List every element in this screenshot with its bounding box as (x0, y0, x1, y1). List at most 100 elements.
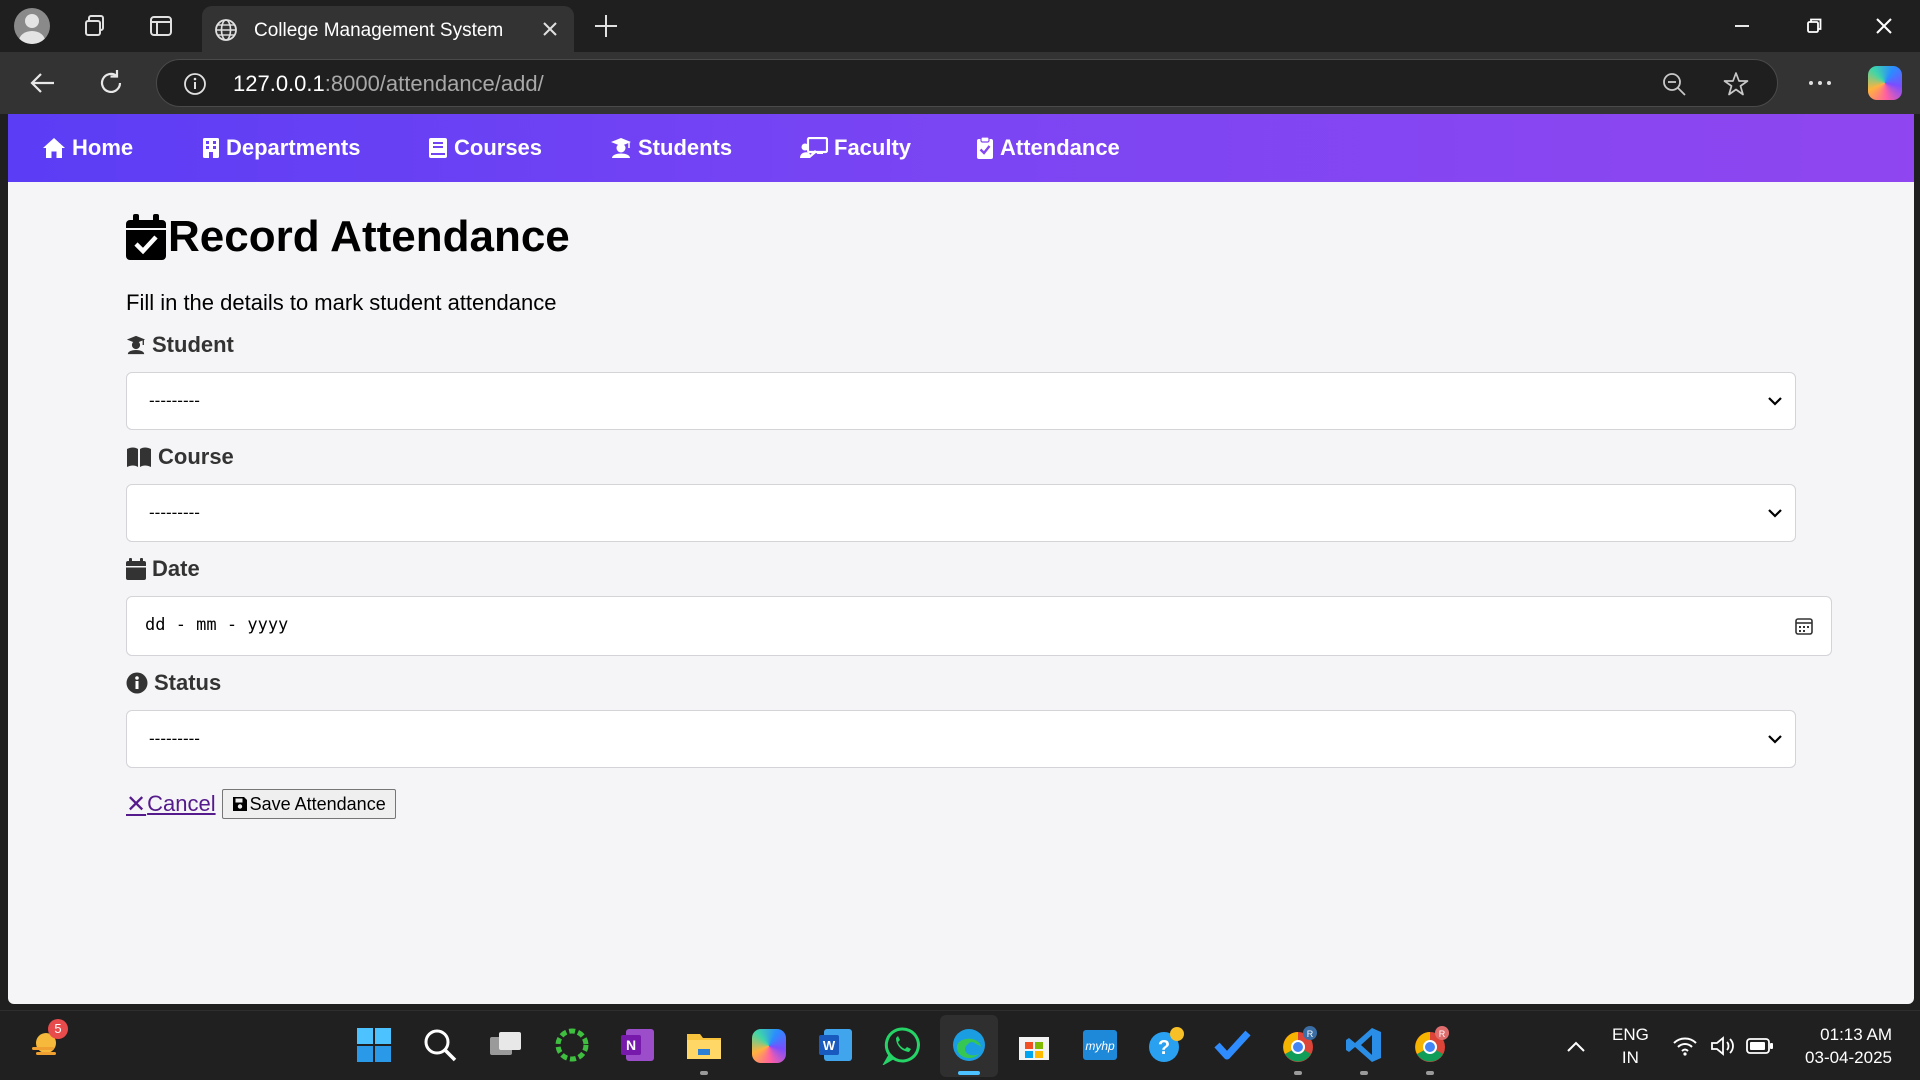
nav-departments[interactable]: Departments (202, 114, 360, 182)
date-placeholder: dd - mm - yyyy (145, 615, 289, 635)
tab-title: College Management System (254, 20, 504, 41)
status-select[interactable]: --------- (126, 710, 1796, 768)
profile-avatar[interactable] (14, 8, 50, 44)
volume-icon[interactable] (1710, 1035, 1736, 1057)
student-label: Student (126, 332, 234, 358)
nav-attendance[interactable]: Attendance (976, 114, 1120, 182)
close-tab-icon[interactable] (540, 19, 560, 39)
svg-text:?: ? (1158, 1037, 1170, 1059)
notification-badge: 5 (48, 1019, 68, 1039)
page-title: Record Attendance (126, 212, 570, 262)
nav-courses-label: Courses (454, 135, 543, 160)
svg-text:N: N (626, 1037, 636, 1053)
running-indicator (1294, 1071, 1302, 1075)
nav-faculty[interactable]: Faculty (800, 114, 911, 182)
search-icon[interactable] (420, 1025, 460, 1065)
graduate-icon (611, 138, 631, 158)
url-host: 127.0.0.1 (233, 71, 325, 96)
cancel-link[interactable]: ✕ Cancel (126, 790, 216, 819)
course-label: Course (126, 444, 234, 470)
browser-toolbar: 127.0.0.1:8000/attendance/add/ (0, 52, 1920, 114)
windows-start-icon[interactable] (354, 1025, 394, 1065)
chevron-down-icon (1768, 509, 1782, 518)
student-label-text: Student (152, 332, 234, 357)
app-green-ring-icon[interactable] (552, 1025, 592, 1065)
svg-text:myhp: myhp (1085, 1039, 1115, 1053)
calendar-icon (126, 558, 146, 580)
url-path: :8000/attendance/add/ (324, 71, 544, 96)
browser-tab-active[interactable]: College Management System (202, 6, 574, 52)
minimize-icon[interactable] (1728, 12, 1756, 40)
wifi-icon[interactable] (1672, 1035, 1698, 1057)
whatsapp-icon[interactable] (882, 1025, 922, 1065)
cancel-label: Cancel (147, 791, 216, 816)
clipboard-check-icon (977, 136, 993, 159)
refresh-icon[interactable] (95, 67, 127, 99)
home-icon (43, 138, 65, 158)
restore-icon[interactable] (1800, 12, 1828, 40)
page-viewport: Home Departments Courses Students Facult… (8, 114, 1914, 1004)
chevron-up-icon[interactable] (1562, 1033, 1590, 1061)
student-select-value: --------- (149, 391, 200, 410)
status-select-value: --------- (149, 729, 200, 748)
chrome-profile-icon[interactable]: R (1278, 1025, 1318, 1065)
file-explorer-icon[interactable] (684, 1025, 724, 1065)
close-window-icon[interactable] (1870, 12, 1898, 40)
vertical-tabs-icon[interactable] (148, 13, 174, 39)
status-label: Status (126, 670, 221, 696)
zoom-out-icon[interactable] (1661, 71, 1687, 97)
close-icon: ✕ (126, 790, 147, 818)
svg-text:W: W (823, 1038, 836, 1053)
nav-courses[interactable]: Courses (428, 114, 542, 182)
running-indicator (1360, 1071, 1368, 1075)
windows-taskbar: 5 N W myhp ? R R ENG IN 01:13 AM 03-04-2… (0, 1010, 1920, 1080)
info-icon (126, 672, 148, 694)
active-indicator (958, 1071, 980, 1075)
course-select[interactable]: --------- (126, 484, 1796, 542)
new-tab-icon[interactable] (592, 12, 620, 40)
copilot-icon[interactable] (1868, 66, 1902, 100)
task-view-icon[interactable] (486, 1025, 526, 1065)
myhp-icon[interactable]: myhp (1080, 1025, 1120, 1065)
date-label-text: Date (152, 556, 200, 581)
vscode-icon[interactable] (1344, 1025, 1384, 1065)
page-description: Fill in the details to mark student atte… (126, 290, 557, 315)
todo-icon[interactable] (1212, 1025, 1252, 1065)
save-label: Save Attendance (249, 793, 386, 814)
clock-date: 03-04-2025 (1805, 1048, 1892, 1067)
student-select[interactable]: --------- (126, 372, 1796, 430)
chrome-profile-icon[interactable]: R (1410, 1025, 1450, 1065)
date-input[interactable]: dd - mm - yyyy (126, 596, 1832, 656)
date-label: Date (126, 556, 200, 582)
nav-departments-label: Departments (226, 135, 361, 160)
microsoft-store-icon[interactable] (1014, 1025, 1054, 1065)
form-actions: ✕ Cancel Save Attendance (126, 788, 396, 820)
nav-home-label: Home (72, 135, 134, 160)
building-icon (203, 138, 219, 158)
favorite-star-icon[interactable] (1723, 71, 1749, 97)
nav-attendance-label: Attendance (1000, 135, 1120, 160)
language-indicator[interactable]: ENG IN (1612, 1023, 1649, 1069)
copilot-app-icon[interactable] (752, 1029, 786, 1063)
word-icon[interactable]: W (816, 1025, 856, 1065)
more-options-icon[interactable] (1806, 70, 1834, 96)
address-bar[interactable]: 127.0.0.1:8000/attendance/add/ (156, 59, 1778, 107)
clock[interactable]: 01:13 AM 03-04-2025 (1792, 1023, 1892, 1069)
browser-titlebar: College Management System (0, 0, 1920, 52)
save-attendance-button[interactable]: Save Attendance (221, 789, 396, 819)
book-open-icon (127, 447, 151, 467)
book-icon (429, 138, 447, 158)
site-info-icon[interactable] (183, 72, 207, 96)
calendar-picker-icon[interactable] (1795, 617, 1813, 635)
get-help-icon[interactable]: ? (1146, 1025, 1186, 1065)
onenote-icon[interactable]: N (618, 1025, 658, 1065)
battery-icon[interactable] (1746, 1037, 1774, 1055)
edge-browser-icon[interactable] (949, 1025, 989, 1065)
back-arrow-icon[interactable] (27, 67, 59, 99)
nav-students[interactable]: Students (610, 114, 732, 182)
course-label-text: Course (158, 444, 234, 469)
nav-faculty-label: Faculty (834, 135, 912, 160)
nav-home[interactable]: Home (42, 114, 133, 182)
chevron-down-icon (1768, 735, 1782, 744)
workspaces-icon[interactable] (82, 13, 108, 39)
